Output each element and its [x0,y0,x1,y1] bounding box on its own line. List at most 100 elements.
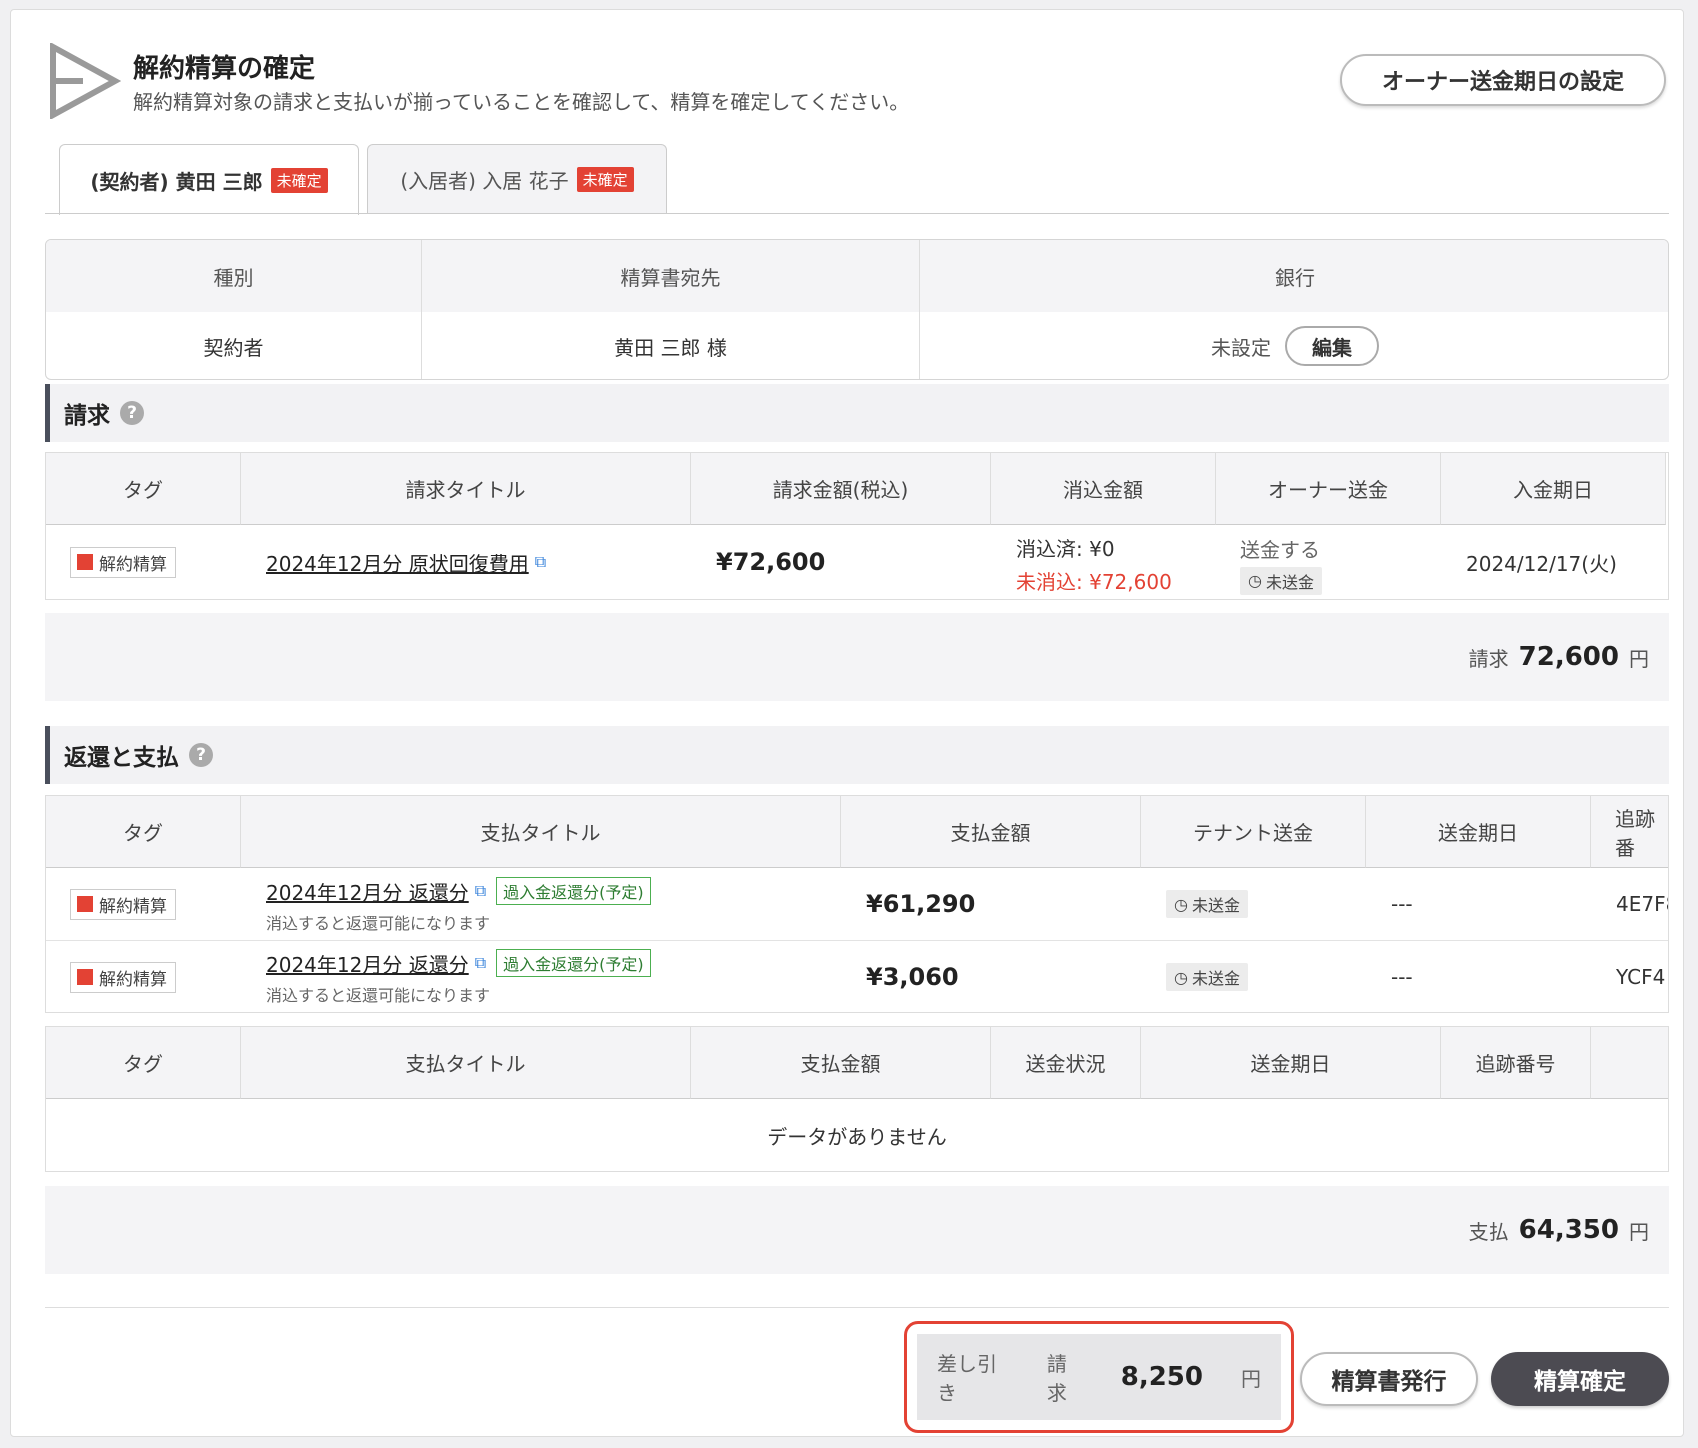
difference-highlight: 差し引き 請求 8,250 円 [904,1321,1294,1433]
tab-contractor[interactable]: (契約者) 黄田 三郎 未確定 [59,144,359,215]
column-header: 送金状況 [991,1027,1141,1099]
external-link-icon[interactable]: ⧉ [475,953,486,973]
sum-label: 請求 [1468,646,1509,671]
clearing-cell: 消込済: ¥0 未消込: ¥72,600 [1016,531,1172,597]
payment-table: タグ 支払タイトル 支払金額 送金状況 送金期日 追跡番号 データがありません [45,1026,1669,1172]
transfer-status: ◷ 未送金 [1166,963,1248,991]
confirm-settlement-button[interactable]: 精算確定 [1491,1352,1669,1406]
column-header-blank [1591,1027,1668,1099]
column-header: 支払金額 [691,1027,991,1099]
settlement-card: 解約精算の確定 解約精算対象の請求と支払いが揃っていることを確認して、精算を確定… [10,9,1684,1437]
billing-sum-bar: 請求 72,600 円 [45,613,1669,701]
page-title: 解約精算の確定 [133,54,316,84]
column-header: 消込金額 [991,453,1216,525]
help-icon[interactable]: ? [120,401,144,425]
row-divider [46,940,1668,941]
edit-bank-button[interactable]: 編集 [1285,326,1379,366]
column-header: 送金期日 [1141,1027,1441,1099]
column-header: 請求金額(税込) [691,453,991,525]
column-header: オーナー送金 [1216,453,1441,525]
refund-type-badge: 過入金返還分(予定) [496,949,651,977]
column-header: 支払金額 [841,796,1141,868]
tag-badge: 解約精算 [70,961,176,993]
column-header: 支払タイトル [241,1027,691,1099]
billing-section-header: 請求 ? [45,384,1669,442]
refund-note: 消込すると返還可能になります [266,985,491,1005]
payment-sum-bar: 支払 64,350 円 [45,1186,1669,1274]
footer-divider [45,1307,1669,1308]
sum-unit: 円 [1629,646,1649,671]
billing-table: タグ 請求タイトル 請求金額(税込) 消込金額 オーナー送金 入金期日 解約精算… [45,452,1669,600]
tracking-number: YCF4 [1616,965,1666,989]
difference-box: 差し引き 請求 8,250 円 [917,1334,1281,1420]
difference-unit: 円 [1241,1366,1261,1391]
title-cell: 2024年12月分 返還分 ⧉ 過入金返還分(予定) 消込すると返還可能になりま… [266,872,651,938]
difference-kind: 請求 [1046,1352,1067,1405]
refund-title-link[interactable]: 2024年12月分 返還分 [266,949,469,978]
refund-title-link[interactable]: 2024年12月分 返還分 [266,877,469,906]
refund-type-badge: 過入金返還分(予定) [496,877,651,905]
empty-message: データがありません [767,1124,947,1149]
external-link-icon[interactable]: ⧉ [535,552,546,572]
title-cell: 2024年12月分 返還分 ⧉ 過入金返還分(予定) 消込すると返還可能になりま… [266,944,651,1010]
column-header: 追跡番 [1591,796,1668,868]
column-header: タグ [46,1027,241,1099]
tab-label: (契約者) 黄田 三郎 [90,169,263,194]
info-table: 種別 精算書宛先 銀行 契約者 黄田 三郎 様 未設定 編集 [45,239,1669,380]
column-header: タグ [46,796,241,868]
column-header: 送金期日 [1366,796,1591,868]
info-type: 契約者 [46,312,422,379]
help-icon[interactable]: ? [189,743,213,767]
billing-title: 請求 [64,403,110,429]
tracking-number: 4E7F8 [1616,892,1668,916]
page-subtitle: 解約精算対象の請求と支払いが揃っていることを確認して、精算を確定してください。 [133,90,910,114]
refund-amount: ¥61,290 [866,890,976,918]
refund-note: 消込すると返還可能になります [266,913,491,933]
tag-cell: 解約精算 [70,868,176,940]
sum-label: 支払 [1468,1219,1509,1244]
status-badge: 未確定 [270,167,328,193]
issue-statement-button[interactable]: 精算書発行 [1300,1352,1478,1406]
transfer-due: --- [1391,892,1413,916]
status-badge: 未確定 [576,167,634,192]
tag-badge: 解約精算 [70,888,176,920]
billing-amount: ¥72,600 [716,548,826,576]
billing-total: 72,600 [1518,642,1619,672]
tab-label: (入居者) 入居 花子 [400,169,569,193]
transfer-status: ◷ 未送金 [1240,566,1322,595]
owner-transfer-date-button[interactable]: オーナー送金期日の設定 [1340,54,1666,106]
due-date: 2024/12/17(火) [1466,551,1617,576]
owner-transfer-action[interactable]: 送金する [1240,534,1320,563]
column-header: 請求タイトル [241,453,691,525]
sum-unit: 円 [1629,1219,1649,1244]
tab-resident[interactable]: (入居者) 入居 花子 未確定 [367,144,667,214]
owner-transfer-cell: 送金する ◷ 未送金 [1240,531,1322,597]
transfer-status: ◷ 未送金 [1166,890,1248,918]
title-cell: 2024年12月分 原状回復費用 ⧉ [266,525,546,599]
tag-cell: 解約精算 [70,941,176,1012]
column-header: 支払タイトル [241,796,841,868]
tenant-transfer-cell: ◷ 未送金 [1166,941,1248,1012]
tag-cell: 解約精算 [70,525,176,599]
refund-table: タグ 支払タイトル 支払金額 テナント送金 送金期日 追跡番 解約精算 2024… [45,795,1669,1013]
info-header-recipient: 精算書宛先 [422,240,920,312]
info-header-type: 種別 [46,240,422,312]
column-header: 入金期日 [1441,453,1666,525]
info-header-bank: 銀行 [920,240,1668,312]
column-header: タグ [46,453,241,525]
refund-title: 返還と支払 [64,745,179,771]
clock-icon: ◷ [1248,571,1262,590]
tenant-transfer-cell: ◷ 未送金 [1166,868,1248,940]
send-logo-icon [50,43,121,119]
transfer-due: --- [1391,965,1413,989]
clock-icon: ◷ [1174,967,1188,987]
clock-icon: ◷ [1174,894,1188,914]
tag-badge: 解約精算 [70,546,176,578]
info-bank: 未設定 [1211,335,1271,360]
difference-value: 8,250 [1120,1362,1203,1392]
info-bank-cell: 未設定 編集 [920,312,1668,379]
billing-title-link[interactable]: 2024年12月分 原状回復費用 [266,548,529,577]
external-link-icon[interactable]: ⧉ [475,881,486,901]
column-header: 追跡番号 [1441,1027,1591,1099]
payment-total: 64,350 [1518,1215,1619,1245]
